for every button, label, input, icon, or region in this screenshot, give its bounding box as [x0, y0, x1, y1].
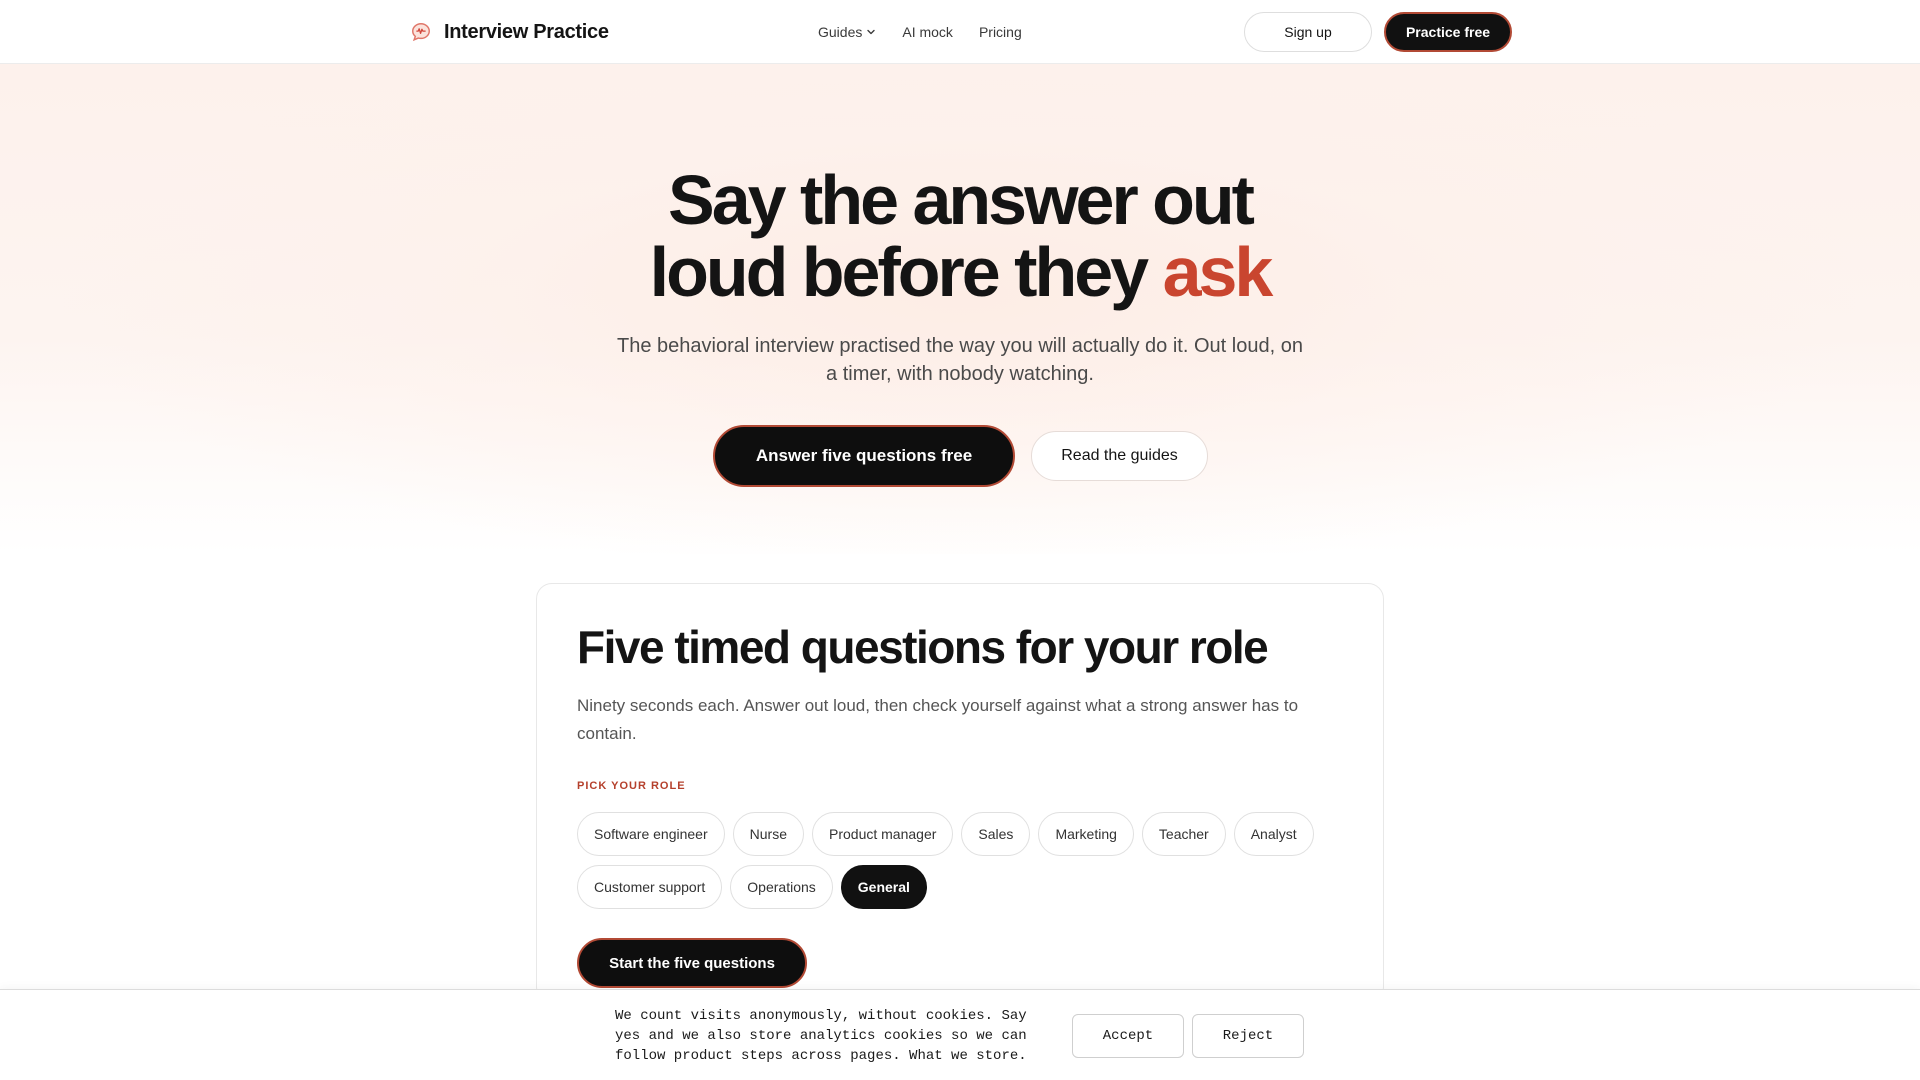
role-chip-operations[interactable]: Operations: [730, 865, 833, 909]
read-guides-button[interactable]: Read the guides: [1031, 431, 1208, 481]
role-chip-teacher[interactable]: Teacher: [1141, 812, 1226, 856]
site-header: Interview Practice Guides AI mock Pricin…: [0, 0, 1920, 64]
role-chip-nurse[interactable]: Nurse: [732, 812, 804, 856]
role-chips-row-1: Software engineer Nurse Product manager …: [577, 812, 1314, 856]
nav-ai-mock[interactable]: AI mock: [902, 24, 953, 40]
role-chip-product-manager[interactable]: Product manager: [812, 812, 954, 856]
main-nav: Guides AI mock Pricing: [818, 20, 1022, 44]
cookie-text: We count visits anonymously, without coo…: [615, 1008, 1027, 1064]
role-chip-marketing[interactable]: Marketing: [1038, 812, 1134, 856]
brand-logo[interactable]: Interview Practice: [410, 18, 609, 46]
role-chip-customer-support[interactable]: Customer support: [577, 865, 723, 909]
hero-title-line1: Say the answer out: [668, 161, 1255, 239]
cookie-banner: We count visits anonymously, without coo…: [0, 989, 1920, 1080]
nav-pricing[interactable]: Pricing: [979, 24, 1022, 40]
answer-five-questions-button[interactable]: Answer five questions free: [713, 425, 1015, 487]
role-chips-row-2: Customer support Operations General: [577, 865, 927, 909]
signup-button[interactable]: Sign up: [1244, 12, 1372, 52]
cookie-accept-button[interactable]: Accept: [1072, 1014, 1184, 1058]
role-chip-general[interactable]: General: [840, 865, 927, 909]
hero-title-accent: ask: [1162, 233, 1274, 311]
card-title: Five timed questions for your role: [577, 621, 1269, 673]
timed-questions-card: Five timed questions for your role Ninet…: [536, 583, 1384, 1003]
speech-bubble-waveform-icon: [412, 23, 430, 42]
brand-name: Interview Practice: [444, 20, 609, 43]
card-subtitle: Ninety seconds each. Answer out loud, th…: [577, 696, 1299, 743]
hero-subtitle: The behavioral interview practised the w…: [617, 335, 1303, 385]
role-chip-sales[interactable]: Sales: [961, 812, 1031, 856]
hero-title: Say the answer out loud before they ask: [560, 164, 1360, 308]
hero-section: Say the answer out loud before they ask …: [0, 64, 1920, 554]
role-label: PICK YOUR ROLE: [577, 780, 686, 792]
nav-guides-label: Guides: [818, 24, 863, 40]
cookie-reject-button[interactable]: Reject: [1192, 1014, 1304, 1058]
chevron-down-icon: [867, 29, 876, 35]
practice-free-button[interactable]: Practice free: [1384, 12, 1512, 52]
nav-guides[interactable]: Guides: [818, 24, 876, 40]
hero-title-line2: loud before they: [649, 233, 1149, 311]
start-questions-button[interactable]: Start the five questions: [577, 938, 807, 988]
role-chip-software-engineer[interactable]: Software engineer: [577, 812, 725, 856]
role-chip-analyst[interactable]: Analyst: [1233, 812, 1314, 856]
